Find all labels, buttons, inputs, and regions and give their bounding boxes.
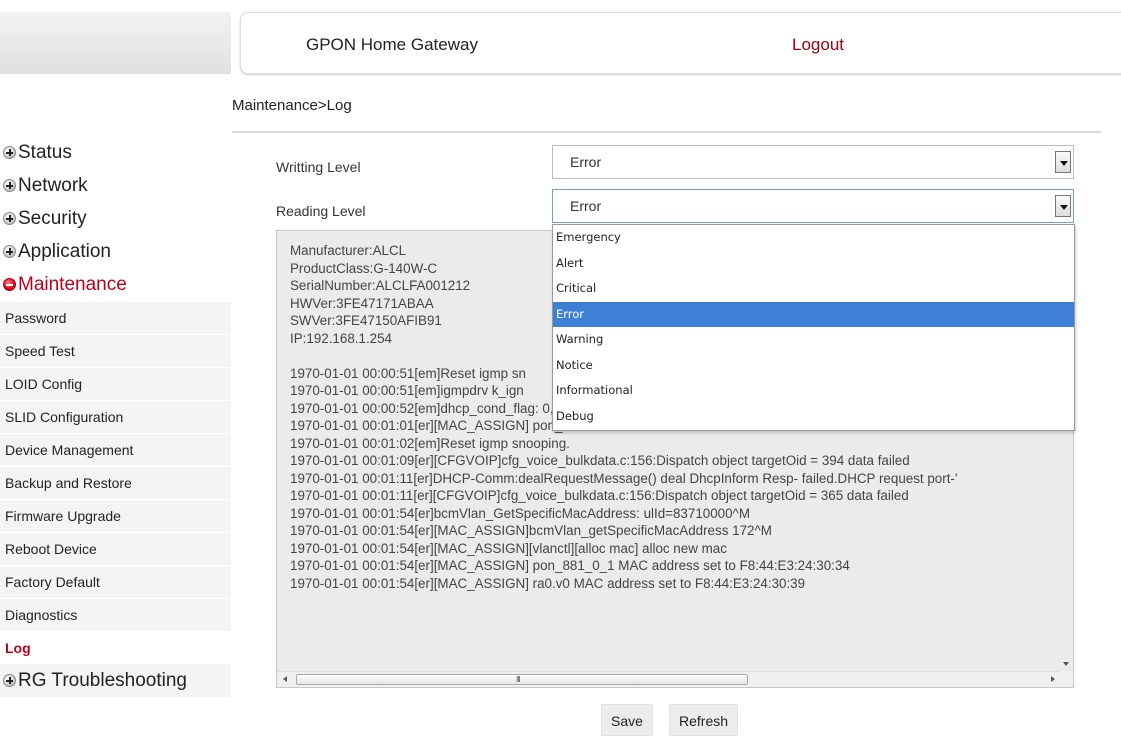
log-line: 1970-01-01 00:01:54[er][MAC_ASSIGN][vlan… <box>290 540 727 556</box>
scroll-left-icon[interactable] <box>283 676 287 682</box>
sidebar-item-label: Security <box>18 207 87 229</box>
writing-level-value: Error <box>570 154 602 170</box>
sidebar-subitem-loid-config[interactable]: LOID Config <box>0 367 231 400</box>
reading-level-label: Reading Level <box>276 203 366 219</box>
plus-circle-icon <box>3 179 16 192</box>
writing-level-label: Writting Level <box>276 159 361 175</box>
log-line: 1970-01-01 00:01:54[er]bcmVlan_GetSpecif… <box>290 505 750 521</box>
sidebar-item-status[interactable]: Status <box>0 136 231 169</box>
horizontal-scrollbar[interactable]: III <box>277 671 1061 687</box>
plus-circle-icon <box>3 674 16 687</box>
sidebar-subitem-backup-restore[interactable]: Backup and Restore <box>0 466 231 499</box>
sidebar-subitem-password[interactable]: Password <box>0 301 231 334</box>
dropdown-option-emergency[interactable]: Emergency <box>553 225 1074 251</box>
dropdown-option-debug[interactable]: Debug <box>553 404 1074 430</box>
plus-circle-icon <box>3 245 16 258</box>
logout-link[interactable]: Logout <box>792 35 844 55</box>
sidebar-item-rg-troubleshooting[interactable]: RG Troubleshooting <box>0 664 231 697</box>
sidebar-item-label: Status <box>18 141 72 163</box>
reading-level-dropdown[interactable]: Emergency Alert Critical Error Warning Notice… <box>552 224 1075 431</box>
sidebar-item-maintenance[interactable]: Maintenance <box>0 268 231 301</box>
log-line: 1970-01-01 00:01:02[em]Reset igmp snoopi… <box>290 435 570 451</box>
sidebar-subitem-speed-test[interactable]: Speed Test <box>0 334 231 367</box>
scrollbar-thumb[interactable]: III <box>296 674 748 685</box>
log-line: 1970-01-01 00:01:09[er][CFGVOIP]cfg_voic… <box>290 453 910 468</box>
log-line: 1970-01-01 00:01:54[er][MAC_ASSIGN] pon_… <box>290 558 850 573</box>
log-line: 1970-01-01 00:01:54[er][MAC_ASSIGN] ra0.… <box>290 575 806 591</box>
dropdown-option-critical[interactable]: Critical <box>553 276 1074 302</box>
reading-level-select[interactable]: Error <box>552 189 1074 223</box>
log-line: 1970-01-01 00:01:11[er]DHCP-Comm:dealReq… <box>290 470 958 486</box>
breadcrumb: Maintenance>Log <box>232 97 352 114</box>
sidebar-item-application[interactable]: Application <box>0 235 231 268</box>
plus-circle-icon <box>3 212 16 225</box>
sidebar-item-security[interactable]: Security <box>0 202 231 235</box>
scroll-right-icon[interactable] <box>1051 676 1055 682</box>
scroll-down-icon[interactable] <box>1063 662 1069 666</box>
sidebar-item-label: RG Troubleshooting <box>18 669 187 691</box>
sidebar-subitem-device-management[interactable]: Device Management <box>0 433 231 466</box>
dropdown-option-informational[interactable]: Informational <box>553 378 1074 404</box>
save-button[interactable]: Save <box>601 704 653 736</box>
sidebar-logo-area <box>0 12 231 74</box>
app-title: GPON Home Gateway <box>306 35 478 54</box>
grip-icon: III <box>516 675 521 684</box>
writing-level-select[interactable]: Error <box>552 145 1074 179</box>
sidebar-subitem-log[interactable]: Log <box>0 631 231 664</box>
sidebar-subitem-slid-configuration[interactable]: SLID Configuration <box>0 400 231 433</box>
sidebar-item-label: Network <box>18 174 88 196</box>
log-line: 1970-01-01 00:01:11[er][CFGVOIP]cfg_voic… <box>290 488 909 503</box>
chevron-down-icon[interactable] <box>1055 195 1071 217</box>
sidebar-subitem-factory-default[interactable]: Factory Default <box>0 565 231 598</box>
log-line: 1970-01-01 00:01:54[er][MAC_ASSIGN]bcmVl… <box>290 523 772 538</box>
sidebar-subitem-reboot-device[interactable]: Reboot Device <box>0 532 231 565</box>
sidebar-item-label: Application <box>18 240 111 262</box>
dropdown-option-warning[interactable]: Warning <box>553 327 1074 353</box>
resize-corner <box>1060 671 1073 687</box>
dropdown-option-error[interactable]: Error <box>553 301 1074 327</box>
dropdown-option-alert[interactable]: Alert <box>553 251 1074 277</box>
sidebar-subitem-diagnostics[interactable]: Diagnostics <box>0 598 231 631</box>
reading-level-value: Error <box>570 198 602 214</box>
page-header: GPON Home Gateway Logout <box>240 12 1121 74</box>
sidebar: Status Network Security Application Main… <box>0 136 231 697</box>
chevron-down-icon[interactable] <box>1055 151 1071 173</box>
minus-circle-icon <box>3 278 16 291</box>
sidebar-item-network[interactable]: Network <box>0 169 231 202</box>
refresh-button[interactable]: Refresh <box>669 704 739 736</box>
plus-circle-icon <box>3 146 16 159</box>
sidebar-item-label: Maintenance <box>18 273 127 295</box>
divider <box>232 131 1101 133</box>
sidebar-subitem-firmware-upgrade[interactable]: Firmware Upgrade <box>0 499 231 532</box>
dropdown-option-notice[interactable]: Notice <box>553 353 1074 379</box>
